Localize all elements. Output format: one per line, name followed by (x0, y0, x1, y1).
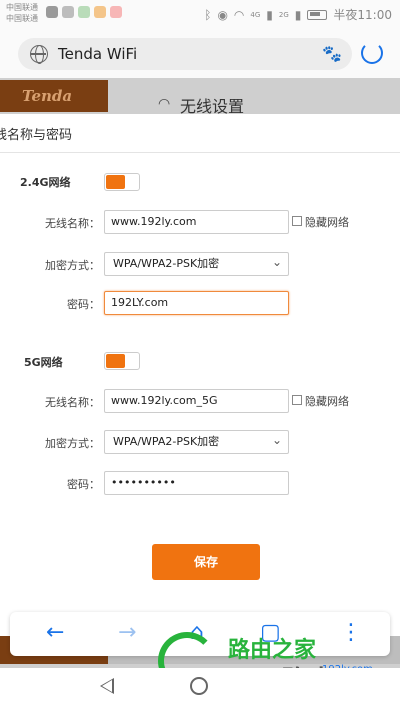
save-button[interactable]: 保存 (152, 544, 260, 580)
toggle-24g[interactable] (104, 173, 140, 191)
section-label-24g: 2.4G网络 (20, 176, 71, 189)
security-value-24g: WPA/WPA2-PSK加密 (113, 257, 220, 270)
modal-title: 线名称与密码 (0, 128, 73, 143)
globe-icon (30, 45, 48, 64)
eye-icon: ◉ (217, 7, 228, 22)
wifi-icon: ◠ (158, 96, 171, 112)
password-input-24g[interactable]: 192LY.com (104, 291, 289, 315)
battery-icon (307, 9, 328, 20)
status-time: 半夜11:00 (333, 8, 392, 22)
url-text: Tenda WiFi (58, 45, 138, 63)
back-arrow-icon[interactable]: ← (46, 620, 64, 645)
tenda-logo: Tenda (22, 87, 73, 105)
toggle-knob (106, 175, 125, 189)
security-select-5g[interactable]: WPA/WPA2-PSK加密 ⌄ (104, 430, 289, 454)
carrier-label-1: 中国联通 (6, 3, 38, 12)
ssid-input-24g[interactable]: www.192ly.com (104, 210, 289, 234)
signal-bars-icon: ▮ (294, 7, 302, 22)
chevron-down-icon: ⌄ (271, 255, 282, 269)
wireless-settings-modal: 线名称与密码 2.4G网络 无线名称： www.192ly.com 隐藏网络 加… (0, 114, 400, 636)
divider (0, 152, 400, 153)
url-field[interactable]: Tenda WiFi 🐾 (18, 38, 352, 70)
wechat-icon (78, 6, 90, 18)
app-icon (62, 6, 74, 18)
app-icon (110, 6, 122, 18)
network-2g-label: 2G (278, 10, 289, 19)
status-bar: 中国联通 中国联通 ᛒ ◉ ◠ 4G ▮ 2G ▮ 半夜11:00 (0, 0, 400, 30)
weibo-icon (94, 6, 106, 18)
system-nav-bar (0, 668, 400, 711)
ssid-label-24g: 无线名称： (45, 217, 100, 230)
heart-icon (46, 6, 58, 18)
paw-icon[interactable]: 🐾 (322, 44, 342, 63)
security-label-24g: 加密方式： (45, 259, 100, 272)
notification-icons (46, 6, 122, 18)
password-label-24g: 密码： (67, 298, 100, 311)
toggle-knob (106, 354, 125, 368)
password-label-5g: 密码： (67, 478, 100, 491)
security-select-24g[interactable]: WPA/WPA2-PSK加密 ⌄ (104, 252, 289, 276)
reload-icon[interactable] (361, 42, 383, 64)
chevron-down-icon: ⌄ (271, 433, 282, 447)
security-label-5g: 加密方式： (45, 437, 100, 450)
wifi-signal-icon: ◠ (233, 7, 245, 22)
hide-network-label-24g: 隐藏网络 (305, 216, 349, 229)
ssid-label-5g: 无线名称： (45, 396, 100, 409)
hide-network-checkbox-5g[interactable] (292, 395, 302, 405)
hide-network-checkbox-24g[interactable] (292, 216, 302, 226)
status-indicators: ᛒ ◉ ◠ 4G ▮ 2G ▮ 半夜11:00 (204, 6, 392, 23)
ssid-input-5g[interactable]: www.192ly.com_5G (104, 389, 289, 413)
nav-back-icon[interactable] (100, 678, 114, 694)
network-4g-label: 4G (250, 10, 261, 19)
security-value-5g: WPA/WPA2-PSK加密 (113, 435, 220, 448)
hide-network-label-5g: 隐藏网络 (305, 395, 349, 408)
section-label-5g: 5G网络 (24, 356, 63, 369)
more-menu-icon[interactable]: ⋮ (340, 620, 362, 645)
bluetooth-icon: ᛒ (204, 7, 212, 22)
nav-home-icon[interactable] (190, 677, 208, 695)
toggle-5g[interactable] (104, 352, 140, 370)
tenda-logo-box: Tenda (0, 80, 108, 112)
carrier-label-2: 中国联通 (6, 14, 38, 23)
browser-address-bar: Tenda WiFi 🐾 (0, 30, 400, 78)
forward-arrow-icon[interactable]: → (118, 620, 136, 645)
signal-bars-icon: ▮ (266, 7, 273, 22)
password-input-5g[interactable]: •••••••••• (104, 471, 289, 495)
